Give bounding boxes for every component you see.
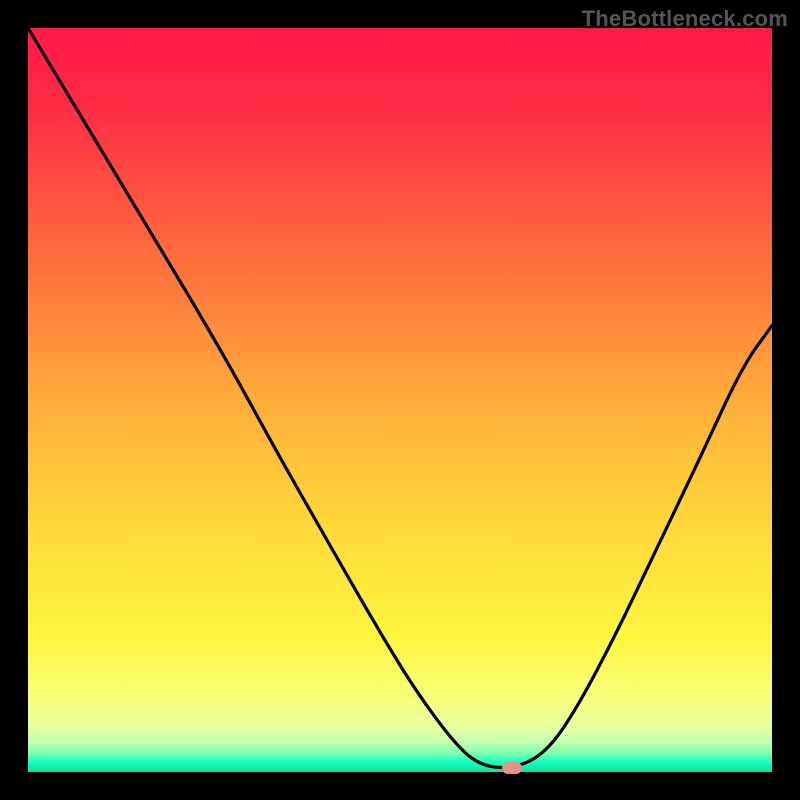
optimal-marker — [502, 762, 522, 774]
chart-frame: TheBottleneck.com — [0, 0, 800, 800]
plot-area — [28, 28, 772, 772]
watermark-text: TheBottleneck.com — [582, 6, 788, 32]
bottleneck-curve — [28, 28, 772, 772]
